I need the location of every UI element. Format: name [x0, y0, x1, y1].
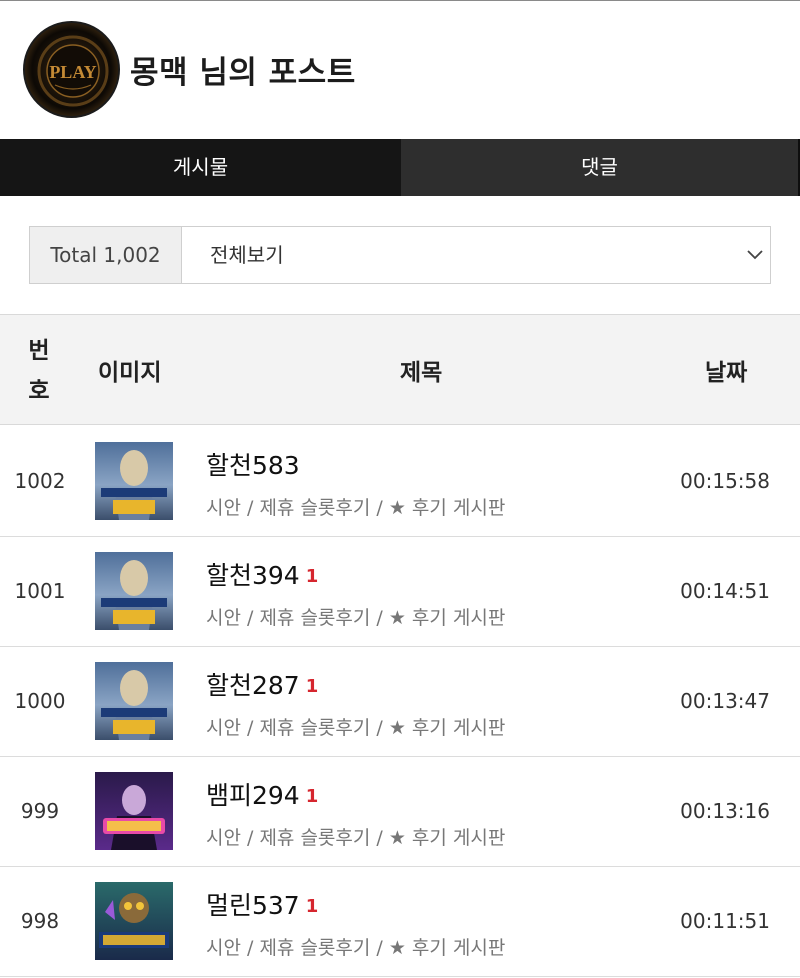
- row-category: 시안 / 제휴 슬롯후기 / ★ 후기 게시판: [206, 937, 506, 959]
- row-title-text: 할천287: [206, 671, 300, 700]
- row-category: 시안 / 제휴 슬롯후기 / ★ 후기 게시판: [206, 607, 506, 629]
- comment-count-badge: 1: [305, 896, 319, 917]
- row-date: 00:14:51: [680, 579, 770, 603]
- table-row[interactable]: 998 멀린537 1 시안 / 제휴 슬롯후기 / ★ 후기 게시판 00:11:51: [0, 866, 800, 977]
- row-number: 1002: [14, 469, 66, 493]
- row-thumbnail[interactable]: [95, 772, 173, 850]
- total-count: Total 1,002: [30, 227, 182, 283]
- tab-comments[interactable]: 댓글: [401, 139, 798, 196]
- row-number: 1000: [14, 689, 66, 713]
- row-category: 시안 / 제휴 슬롯후기 / ★ 후기 게시판: [206, 827, 506, 849]
- gates-of-olympus-icon: [95, 442, 173, 520]
- row-title-text: 뱀피294: [206, 781, 300, 810]
- table-row[interactable]: 1001 할천394 1 시안 / 제휴 슬롯후기 / ★ 후기 게시판 00:14:5…: [0, 536, 800, 647]
- comment-count-badge: 1: [305, 676, 319, 697]
- tab-bar: 게시물 댓글: [0, 139, 800, 196]
- table-row[interactable]: 1002 할천583 시안 / 제휴 슬롯후기 / ★ 후기 게시판 00:15:58: [0, 426, 800, 537]
- row-number: 1001: [14, 579, 66, 603]
- tab-posts[interactable]: 게시물: [0, 139, 401, 196]
- category-select-value: 전체보기: [210, 243, 284, 267]
- column-header-title: 제목: [400, 360, 443, 386]
- chevron-down-icon: [747, 250, 763, 260]
- row-title[interactable]: 멀린537 1: [206, 886, 318, 922]
- play-logo-icon: PLAY: [37, 35, 109, 107]
- row-number: 998: [20, 909, 60, 933]
- row-thumbnail[interactable]: [95, 662, 173, 740]
- category-select[interactable]: 전체보기: [182, 227, 770, 283]
- power-of-merlin-icon: [95, 882, 173, 960]
- table-row[interactable]: 999 뱀피294 1 시안 / 제휴 슬롯후기 / ★ 후기 게시판 00:13:16: [0, 756, 800, 867]
- row-category: 시안 / 제휴 슬롯후기 / ★ 후기 게시판: [206, 717, 506, 739]
- avatar: PLAY: [23, 21, 120, 118]
- comment-count-badge: 1: [305, 566, 319, 587]
- row-title-text: 할천583: [206, 451, 300, 480]
- row-date: 00:13:47: [680, 689, 770, 713]
- row-thumbnail[interactable]: [95, 552, 173, 630]
- row-number: 999: [20, 799, 60, 823]
- row-date: 00:13:16: [680, 799, 770, 823]
- svg-text:PLAY: PLAY: [49, 62, 96, 82]
- gates-of-olympus-icon: [95, 662, 173, 740]
- profile-header: PLAY 몽맥 님의 포스트: [0, 1, 800, 139]
- row-title[interactable]: 할천287 1: [206, 666, 318, 702]
- row-title[interactable]: 할천394 1: [206, 556, 318, 592]
- filter-bar: Total 1,002 전체보기: [29, 226, 771, 284]
- row-thumbnail[interactable]: [95, 882, 173, 960]
- row-title[interactable]: 할천583: [206, 446, 306, 482]
- row-thumbnail[interactable]: [95, 442, 173, 520]
- comment-count-badge: 1: [305, 786, 319, 807]
- row-title[interactable]: 뱀피294 1: [206, 776, 318, 812]
- table-header: 번호 이미지 제목 날짜: [0, 314, 800, 425]
- column-header-date: 날짜: [705, 360, 748, 386]
- table-row[interactable]: 1000 할천287 1 시안 / 제휴 슬롯후기 / ★ 후기 게시판 00:13:4…: [0, 646, 800, 757]
- gates-of-olympus-icon: [95, 552, 173, 630]
- vampy-party-icon: [95, 772, 173, 850]
- page-title: 몽맥 님의 포스트: [130, 55, 356, 91]
- column-header-no: 번호: [28, 338, 50, 404]
- row-date: 00:15:58: [680, 469, 770, 493]
- column-header-image: 이미지: [98, 360, 162, 386]
- row-category: 시안 / 제휴 슬롯후기 / ★ 후기 게시판: [206, 497, 506, 519]
- row-title-text: 할천394: [206, 561, 300, 590]
- row-date: 00:11:51: [680, 909, 770, 933]
- row-title-text: 멀린537: [206, 891, 300, 920]
